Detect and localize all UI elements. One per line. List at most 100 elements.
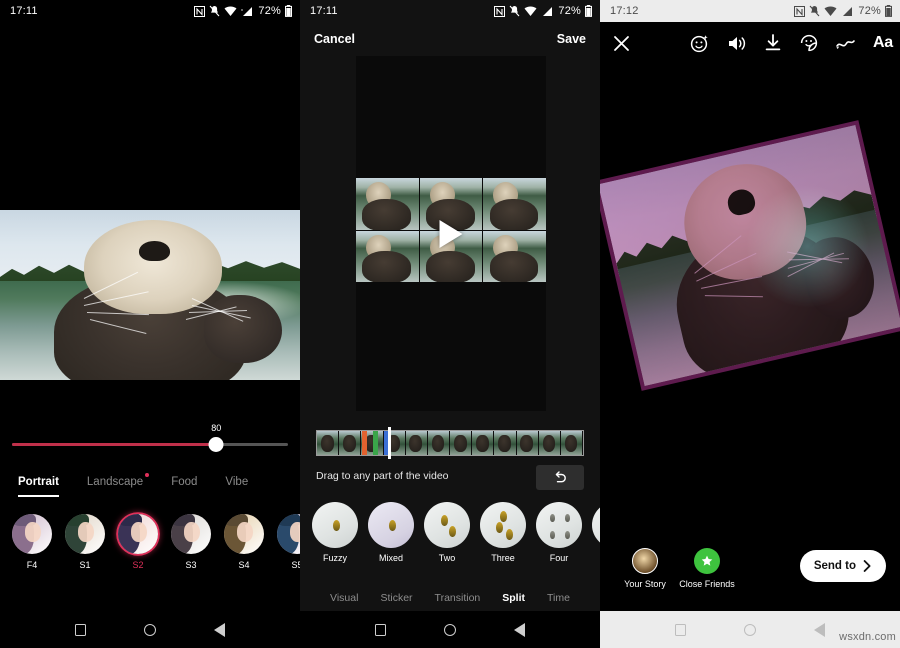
sticker-icon[interactable]	[799, 33, 819, 53]
filter-preview-image	[171, 514, 211, 554]
timeline-frame[interactable]	[494, 431, 516, 455]
filter-item[interactable]: S1	[65, 514, 105, 570]
category-tab-landscape[interactable]: Landscape	[87, 476, 143, 488]
tab-time[interactable]: Time	[547, 592, 570, 604]
filter-preview-image	[277, 514, 300, 554]
category-tab-label: Landscape	[87, 476, 143, 488]
split-option-thumbnail[interactable]	[368, 502, 414, 548]
story-photo[interactable]	[600, 120, 900, 391]
timeline-frame[interactable]	[339, 431, 361, 455]
video-timeline[interactable]	[316, 430, 584, 456]
split-option[interactable]: Three	[480, 502, 526, 563]
filter-preview-image	[118, 514, 158, 554]
slider-track[interactable]	[12, 443, 288, 446]
cancel-button[interactable]: Cancel	[314, 32, 355, 46]
home-icon[interactable]	[744, 624, 756, 636]
split-option[interactable]: Mixed	[368, 502, 414, 563]
timeline-split-marker[interactable]	[362, 431, 367, 455]
split-option[interactable]: Two	[424, 502, 470, 563]
filter-thumbnail[interactable]	[12, 514, 52, 554]
split-preview-subject	[506, 529, 513, 540]
draw-icon[interactable]	[835, 34, 857, 52]
play-icon[interactable]	[440, 220, 463, 248]
face-effects-icon[interactable]	[689, 33, 710, 54]
green-star-icon	[694, 548, 720, 574]
status-icon-group: 72%	[794, 5, 892, 17]
timeline-frame[interactable]	[450, 431, 472, 455]
category-tab-food[interactable]: Food	[171, 476, 197, 488]
tab-transition[interactable]: Transition	[435, 592, 481, 604]
split-option-label: Mixed	[368, 553, 414, 563]
download-icon[interactable]	[763, 33, 783, 53]
timeline-frame[interactable]	[317, 431, 339, 455]
watermark: wsxdn.com	[839, 631, 896, 643]
recents-icon[interactable]	[375, 624, 386, 636]
home-icon[interactable]	[144, 624, 156, 636]
split-video-preview[interactable]	[356, 56, 546, 411]
filter-item[interactable]: S5	[277, 514, 300, 570]
wifi-icon	[224, 6, 237, 17]
close-friends-button[interactable]: Close Friends	[676, 548, 738, 589]
split-option[interactable]: Fuzzy	[312, 502, 358, 563]
status-time: 17:11	[310, 5, 338, 17]
timeline-frame[interactable]	[539, 431, 561, 455]
category-tab-portrait[interactable]: Portrait	[18, 476, 59, 488]
tab-split[interactable]: Split	[502, 592, 525, 604]
split-option-thumbnail[interactable]	[424, 502, 470, 548]
split-option-thumbnail[interactable]	[480, 502, 526, 548]
filter-item[interactable]: F4	[12, 514, 52, 570]
split-option-thumbnail[interactable]	[592, 502, 600, 548]
tab-sticker[interactable]: Sticker	[380, 592, 412, 604]
tab-visual[interactable]: Visual	[330, 592, 358, 604]
filter-thumbnail[interactable]	[224, 514, 264, 554]
category-tab-vibe[interactable]: Vibe	[225, 476, 248, 488]
split-option-label: Fuzzy	[312, 553, 358, 563]
close-icon[interactable]	[612, 34, 631, 53]
timeline-frame[interactable]	[472, 431, 494, 455]
recents-icon[interactable]	[675, 624, 686, 636]
split-option-thumbnail[interactable]	[536, 502, 582, 548]
timeline-frame[interactable]	[406, 431, 428, 455]
split-preview-subject	[496, 522, 503, 533]
intensity-slider[interactable]: 80	[0, 425, 300, 457]
close-friends-label: Close Friends	[676, 579, 738, 589]
split-preview-subject	[441, 515, 448, 526]
otter-whiskers	[0, 210, 300, 380]
back-icon[interactable]	[814, 623, 825, 637]
filter-thumbnail[interactable]	[118, 514, 158, 554]
recents-icon[interactable]	[75, 624, 86, 636]
split-option-thumbnail[interactable]	[312, 502, 358, 548]
save-button[interactable]: Save	[557, 32, 586, 46]
audio-icon[interactable]	[726, 34, 747, 53]
battery-icon	[885, 5, 892, 17]
filter-thumbnail[interactable]	[65, 514, 105, 554]
timeline-frame[interactable]	[428, 431, 450, 455]
back-icon[interactable]	[514, 623, 525, 637]
slider-thumb[interactable]	[209, 437, 224, 452]
your-story-button[interactable]: Your Story	[614, 548, 676, 589]
filter-thumbnail[interactable]	[277, 514, 300, 554]
split-cell	[483, 178, 546, 230]
filter-strip[interactable]: F4S1S2S3 S4 S5	[0, 514, 300, 586]
timeline-frame[interactable]	[517, 431, 539, 455]
undo-button[interactable]	[536, 465, 584, 490]
nfc-icon	[194, 6, 205, 17]
split-option[interactable]: Four	[536, 502, 582, 563]
timeline-frame[interactable]	[561, 431, 583, 455]
back-icon[interactable]	[214, 623, 225, 637]
timeline-split-marker[interactable]	[373, 431, 378, 455]
video-preview[interactable]	[0, 210, 300, 380]
timeline-playhead[interactable]	[388, 427, 391, 459]
send-to-button[interactable]: Send to	[800, 550, 886, 582]
status-bar-panel2: 17:11 72%	[300, 0, 600, 22]
home-icon[interactable]	[444, 624, 456, 636]
split-option-strip[interactable]: Fuzzy Mixed Two ThreeFour Six	[300, 502, 600, 566]
filter-label: S4	[224, 560, 264, 570]
split-option[interactable]: Six	[592, 502, 600, 563]
filter-item[interactable]: S2	[118, 514, 158, 570]
split-option-label: Two	[424, 553, 470, 563]
filter-item[interactable]: S3	[171, 514, 211, 570]
text-icon[interactable]: Aa	[873, 34, 893, 52]
filter-item[interactable]: S4	[224, 514, 264, 570]
filter-thumbnail[interactable]	[171, 514, 211, 554]
